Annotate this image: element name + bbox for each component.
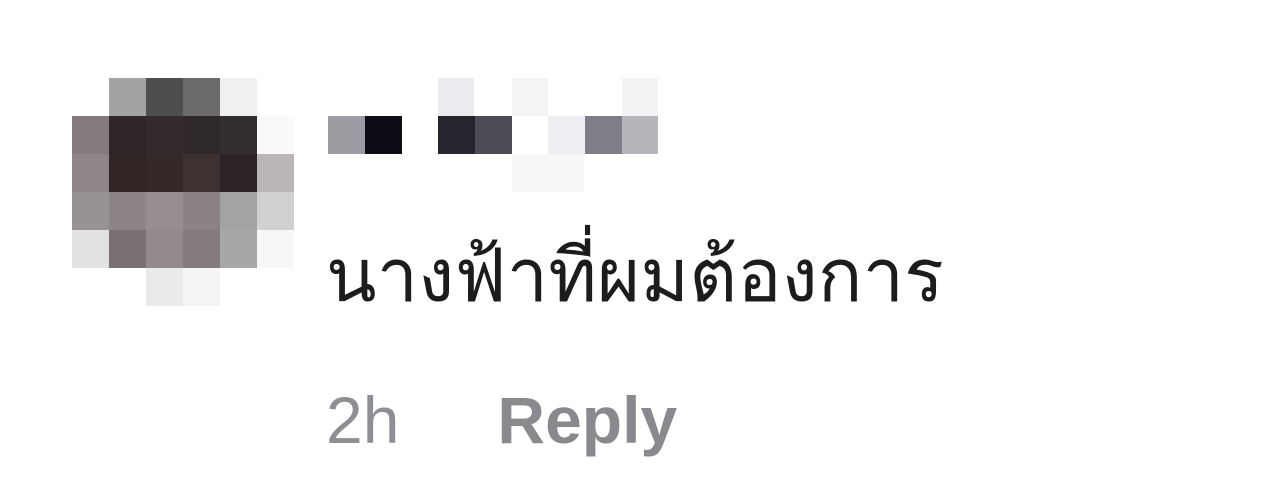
avatar-pixel bbox=[183, 192, 220, 230]
avatar-pixel bbox=[183, 230, 220, 268]
avatar-pixel bbox=[183, 116, 220, 154]
avatar-pixel bbox=[72, 154, 109, 192]
timestamp: 2h bbox=[326, 383, 400, 457]
name-pixel bbox=[548, 116, 585, 154]
avatar-pixel bbox=[220, 78, 257, 116]
avatar-pixel bbox=[109, 230, 146, 268]
comment-text: นางฟ้าที่ผมต้องการ bbox=[326, 233, 944, 319]
name-pixel bbox=[438, 116, 475, 154]
comment-meta: 2h Reply bbox=[326, 378, 677, 462]
avatar-pixel bbox=[257, 154, 294, 192]
avatar-pixel bbox=[220, 116, 257, 154]
avatar-pixel bbox=[183, 78, 220, 116]
avatar-pixel bbox=[146, 192, 183, 230]
avatar-pixel bbox=[146, 230, 183, 268]
name-pixel bbox=[512, 154, 584, 192]
avatar-pixel bbox=[257, 116, 294, 154]
avatar-pixel bbox=[109, 116, 146, 154]
avatar-pixel bbox=[72, 116, 109, 154]
avatar-pixel bbox=[146, 154, 183, 192]
name-pixel bbox=[622, 78, 658, 116]
avatar-pixel bbox=[183, 268, 220, 306]
name-pixel bbox=[512, 78, 548, 116]
avatar-pixel bbox=[109, 192, 146, 230]
name-pixel bbox=[622, 116, 658, 154]
name-pixel bbox=[475, 116, 512, 154]
avatar-pixel bbox=[109, 154, 146, 192]
avatar-pixel bbox=[183, 154, 220, 192]
avatar-pixel bbox=[72, 230, 109, 268]
avatar-pixel bbox=[146, 78, 183, 116]
author-name[interactable] bbox=[328, 78, 696, 192]
avatar-pixel bbox=[109, 78, 146, 116]
avatar[interactable] bbox=[72, 78, 294, 306]
avatar-pixel bbox=[146, 268, 183, 306]
name-pixel bbox=[585, 116, 622, 154]
avatar-pixel bbox=[220, 192, 257, 230]
name-pixel bbox=[438, 78, 474, 116]
avatar-pixel bbox=[220, 230, 257, 268]
comment-item: นางฟ้าที่ผมต้องการ 2h Reply bbox=[0, 0, 1280, 500]
name-pixel bbox=[328, 116, 365, 154]
name-pixel bbox=[365, 116, 402, 154]
avatar-pixel bbox=[146, 116, 183, 154]
reply-button[interactable]: Reply bbox=[497, 382, 677, 458]
avatar-pixel bbox=[72, 192, 109, 230]
avatar-pixel bbox=[257, 192, 294, 230]
avatar-pixel bbox=[257, 230, 294, 268]
avatar-pixel bbox=[220, 154, 257, 192]
